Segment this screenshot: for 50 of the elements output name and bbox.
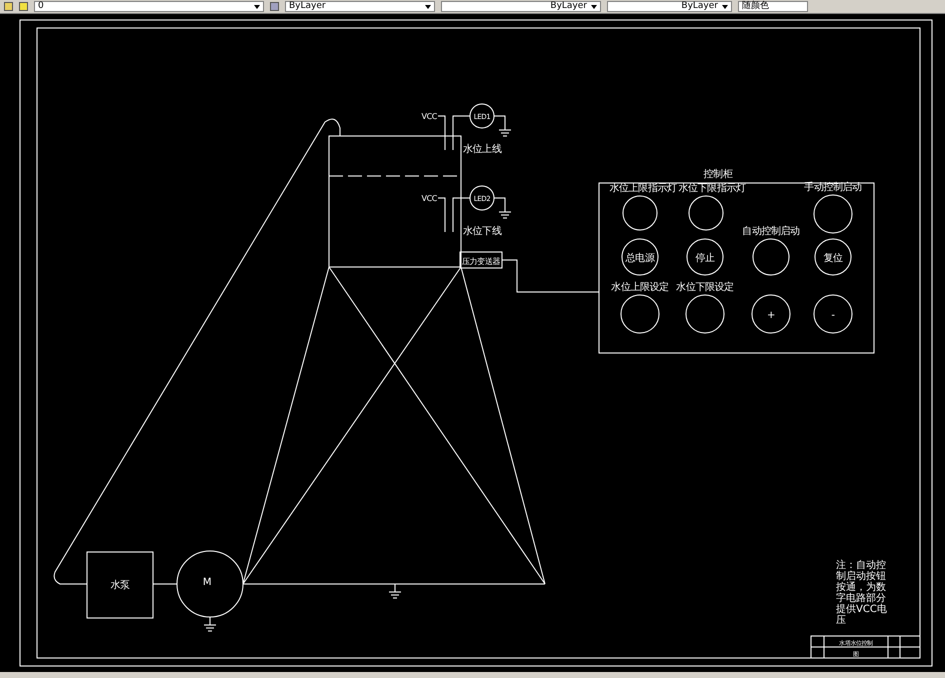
button-label: 水位上限设定	[611, 282, 669, 293]
lineweight-dropdown[interactable]: ByLayer	[607, 1, 732, 12]
button-text: 停止	[695, 253, 715, 264]
pump-box	[86, 552, 154, 618]
linetype-dropdown[interactable]: ByLayer	[441, 1, 601, 12]
button-circle	[752, 294, 790, 334]
button-label: 水位下限指示灯	[678, 183, 746, 194]
button-circle	[620, 294, 660, 334]
button-text: 总电源	[626, 253, 654, 264]
button-label: 水位下限设定	[676, 282, 734, 293]
plot-style-dropdown[interactable]: 随颜色	[738, 1, 808, 12]
ground-icon	[498, 204, 512, 218]
button-text: +	[767, 310, 775, 321]
control-panel-title: 控制柜	[704, 169, 732, 180]
caret-icon	[254, 4, 260, 8]
note-text: 注：自动控制启动按钮按通，为数字电路部分提供VCC电压	[836, 560, 888, 626]
color-dropdown[interactable]: ByLayer	[285, 1, 435, 12]
led-wire	[494, 198, 506, 204]
caret-icon	[591, 4, 597, 8]
motor-label: M	[202, 577, 212, 588]
button-circle	[686, 238, 724, 276]
button-circle	[622, 196, 658, 230]
sensor-label: 压力变送器	[462, 257, 500, 266]
led-circle	[470, 104, 494, 128]
button-circle	[686, 294, 724, 334]
button-circle	[688, 196, 724, 230]
water-level-label: 水位上线	[463, 144, 502, 155]
button-circle	[814, 294, 852, 334]
led-wire	[494, 116, 506, 122]
ground-icon	[204, 616, 216, 632]
ground-icon	[498, 122, 512, 136]
vcc-label: VCC	[422, 194, 437, 203]
caret-icon	[425, 4, 431, 8]
layer-dropdown[interactable]: 0	[34, 1, 264, 12]
led-circle	[470, 186, 494, 210]
sensor-box	[460, 252, 502, 268]
caret-icon	[722, 4, 728, 8]
button-circle	[622, 238, 658, 276]
button-label: 自动控制启动	[742, 226, 800, 237]
button-text: 复位	[823, 253, 843, 264]
button-text: -	[831, 310, 835, 321]
button-circle	[752, 238, 790, 276]
motor-circle	[176, 550, 244, 618]
ground-icon	[388, 584, 402, 598]
vcc-label: VCC	[422, 112, 437, 121]
button-label: 水位上限指示灯	[609, 183, 677, 194]
button-circle	[814, 238, 852, 276]
button-circle	[814, 194, 852, 234]
water-level-label: 水位下线	[463, 226, 502, 237]
pump-label: 水泵	[110, 580, 130, 591]
